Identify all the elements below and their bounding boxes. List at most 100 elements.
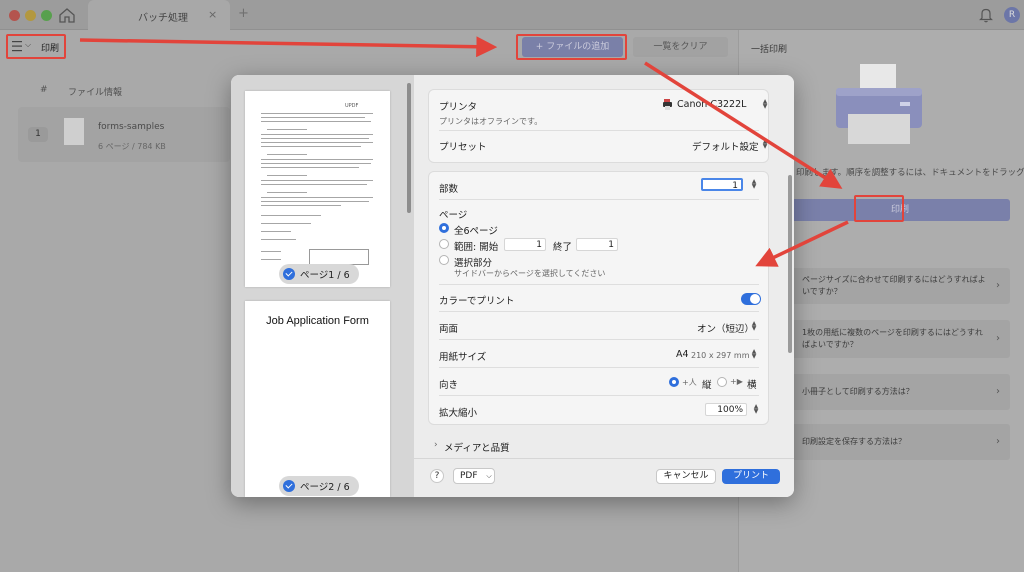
scale-input[interactable]: 100% [705, 403, 747, 416]
pages-selection-label: 選択部分 [454, 258, 493, 269]
print-dialog: UPDF ページ1 / 6 Job Application Form ページ2 … [231, 75, 794, 497]
highlight-box-add-file [516, 34, 627, 60]
orientation-landscape-label: 横 [747, 380, 757, 391]
file-name: forms-samples [98, 122, 165, 132]
file-meta: 6 ページ / 784 KB [98, 142, 166, 151]
checkmark-icon [283, 480, 295, 492]
duplex-value[interactable]: オン（短辺） [697, 321, 754, 335]
home-icon[interactable] [58, 7, 76, 23]
paper-size-dims: 210 x 297 mm [691, 351, 750, 360]
printer-icon [663, 99, 672, 110]
printer-value[interactable]: Canon C3222L [677, 99, 746, 110]
color-toggle[interactable] [741, 293, 761, 305]
tab-title: バッチ処理 [138, 13, 188, 24]
maximize-window-button[interactable] [41, 10, 52, 21]
portrait-icon: +人 [682, 378, 697, 387]
orientation-portrait-radio[interactable] [669, 377, 679, 387]
landscape-icon: +▶ [730, 377, 743, 386]
preset-value[interactable]: デフォルト設定 [692, 139, 759, 153]
pages-range-label: 範囲: 開始 [454, 242, 499, 253]
page-badge-label: ページ2 / 6 [300, 482, 350, 493]
batch-print-title: 一括印刷 [751, 45, 788, 55]
printer-stepper-icon[interactable]: ▲ ▼ [761, 99, 769, 110]
page-preview-1[interactable]: UPDF [245, 91, 390, 287]
pages-all-radio[interactable] [439, 223, 449, 233]
printer-illustration [836, 64, 922, 144]
page-select-badge[interactable]: ページ1 / 6 [279, 264, 359, 284]
print-settings-pane: プリンタ Canon C3222L ▲ ▼ プリンタはオフラインです。 プリセット… [414, 75, 794, 497]
faq-item[interactable]: ページサイズに合わせて印刷するにはどうすればよいですか？ › [790, 268, 1010, 304]
tab-close-icon[interactable]: × [208, 8, 217, 21]
row-number: 1 [28, 127, 48, 142]
faq-text: ページサイズに合わせて印刷するにはどうすればよいですか？ [802, 275, 986, 296]
orientation-portrait-label: 縦 [702, 380, 712, 391]
avatar[interactable]: R [1004, 7, 1020, 23]
settings-scrollbar[interactable] [788, 175, 792, 353]
document-title: Job Application Form [266, 315, 369, 327]
chevron-right-icon[interactable]: › [434, 440, 438, 450]
copies-stepper-icon[interactable]: ▲ ▼ [750, 179, 758, 190]
chevron-right-icon: › [996, 386, 1000, 397]
table-row[interactable] [18, 107, 230, 162]
faq-text: 1枚の用紙に複数のページを印刷するにはどうすればよいですか？ [802, 328, 983, 349]
faq-item[interactable]: 1枚の用紙に複数のページを印刷するにはどうすればよいですか？ › [790, 320, 1010, 358]
duplex-stepper-icon[interactable]: ▲ ▼ [750, 321, 758, 332]
paper-size-label: 用紙サイズ [439, 352, 487, 363]
preview-scrollbar[interactable] [407, 83, 411, 213]
copies-label: 部数 [439, 184, 459, 195]
page-preview-2[interactable]: Job Application Form [245, 301, 390, 497]
document-brand: UPDF [345, 103, 359, 109]
paper-size-stepper-icon[interactable]: ▲ ▼ [750, 349, 758, 360]
orientation-landscape-radio[interactable] [717, 377, 727, 387]
faq-text: 小冊子として印刷する方法は？ [802, 387, 914, 396]
faq-text: 印刷設定を保存する方法は？ [802, 437, 906, 446]
pages-range-radio[interactable] [439, 239, 449, 249]
preset-label: プリセット [439, 142, 487, 153]
pages-selection-radio[interactable] [439, 255, 449, 265]
scale-stepper-icon[interactable]: ▲ ▼ [752, 404, 760, 415]
range-to-input[interactable]: 1 [576, 238, 618, 251]
copies-input[interactable]: 1 [701, 178, 743, 191]
pdf-menu-button[interactable]: PDF ⌵ [453, 468, 495, 484]
pages-label: ページ [439, 210, 468, 221]
pdf-label: PDF [460, 471, 478, 481]
media-quality-section[interactable]: メディアと品質 [444, 440, 510, 454]
chevron-right-icon: › [996, 436, 1000, 447]
column-header-number: # [40, 85, 48, 95]
print-preview-pane: UPDF ページ1 / 6 Job Application Form ページ2 … [231, 75, 414, 497]
new-tab-icon[interactable]: + [238, 6, 249, 21]
highlight-box-print-mode [6, 34, 66, 59]
scale-label: 拡大縮小 [439, 408, 478, 419]
column-header-file-info: ファイル情報 [68, 88, 123, 98]
printer-label: プリンタ [439, 102, 478, 113]
print-button[interactable]: プリント [722, 469, 780, 484]
page-select-badge[interactable]: ページ2 / 6 [279, 476, 359, 496]
range-from-input[interactable]: 1 [504, 238, 546, 251]
printer-status: プリンタはオフラインです。 [439, 117, 543, 126]
range-to-label: 終了 [553, 242, 573, 253]
page-badge-label: ページ1 / 6 [300, 270, 350, 281]
close-window-button[interactable] [9, 10, 20, 21]
chevron-right-icon: › [996, 333, 1000, 344]
paper-size-value[interactable]: A4 [676, 349, 689, 360]
bell-icon[interactable] [979, 7, 993, 23]
cancel-button[interactable]: キャンセル [656, 469, 716, 484]
highlight-box-print-button [854, 195, 904, 222]
drop-hint-text: 印刷します。順序を調整するには、ドキュメントをドラッグ [796, 168, 1024, 178]
help-button[interactable]: ? [430, 469, 444, 483]
faq-item[interactable]: 小冊子として印刷する方法は？ › [790, 374, 1010, 410]
chevron-right-icon: › [996, 280, 1000, 291]
orientation-label: 向き [439, 380, 459, 391]
faq-item[interactable]: 印刷設定を保存する方法は？ › [790, 424, 1010, 460]
minimize-window-button[interactable] [25, 10, 36, 21]
checkmark-icon [283, 268, 295, 280]
pages-selection-hint: サイドバーからページを選択してください [454, 269, 606, 278]
duplex-label: 両面 [439, 324, 459, 335]
footer-divider [414, 458, 794, 459]
chevron-down-icon: ⌵ [486, 472, 492, 480]
file-thumbnail [64, 118, 84, 145]
preset-stepper-icon[interactable]: ▲ ▼ [761, 139, 769, 150]
clear-list-button[interactable]: 一覧をクリア [633, 37, 728, 57]
pages-all-label: 全6ページ [454, 226, 498, 237]
color-label: カラーでプリント [439, 296, 515, 307]
